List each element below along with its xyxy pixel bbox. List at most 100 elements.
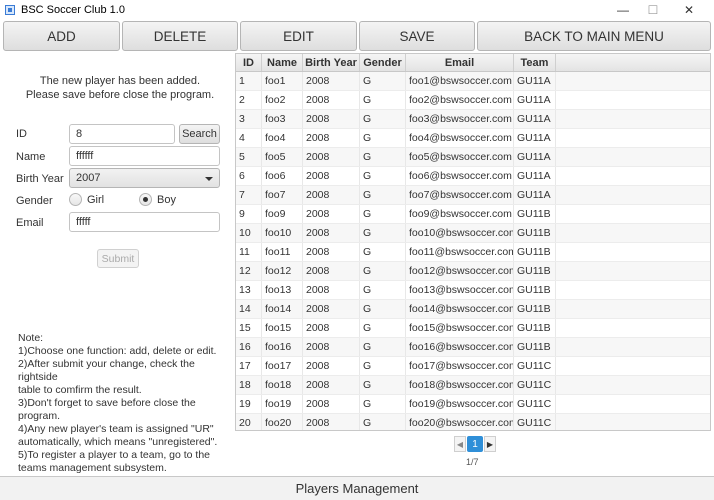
table-row[interactable]: 20 foo20 2008 Gfoo20@bswsoccer.com GU11C — [236, 414, 710, 430]
cell-name: foo5 — [262, 148, 303, 166]
cell-team: GU11A — [514, 91, 556, 109]
cell-email: foo5@bswsoccer.com — [406, 148, 514, 166]
cell-gender: G — [360, 110, 406, 128]
table-row[interactable]: 14 foo14 2008 Gfoo14@bswsoccer.com GU11B — [236, 300, 710, 319]
minimize-button[interactable]: — — [608, 0, 638, 20]
cell-team: GU11A — [514, 167, 556, 185]
cell-filler — [556, 205, 710, 223]
cell-name: foo16 — [262, 338, 303, 356]
cell-team: GU11A — [514, 72, 556, 90]
cell-id: 10 — [236, 224, 262, 242]
chevron-down-icon — [205, 177, 213, 181]
cell-gender: G — [360, 91, 406, 109]
cell-gender: G — [360, 72, 406, 90]
cell-birth-year: 2008 — [303, 357, 360, 375]
column-header-email[interactable]: Email — [406, 54, 514, 71]
cell-birth-year: 2008 — [303, 129, 360, 147]
cell-filler — [556, 338, 710, 356]
column-header-birth-year[interactable]: Birth Year — [303, 54, 360, 71]
table-row[interactable]: 18 foo18 2008 Gfoo18@bswsoccer.com GU11C — [236, 376, 710, 395]
submit-button[interactable]: Submit — [97, 249, 139, 268]
cell-birth-year: 2008 — [303, 338, 360, 356]
table-row[interactable]: 17 foo17 2008 Gfoo17@bswsoccer.com GU11C — [236, 357, 710, 376]
email-field[interactable]: fffff — [69, 212, 220, 232]
save-button[interactable]: SAVE — [359, 21, 475, 51]
table-row[interactable]: 3 foo3 2008 Gfoo3@bswsoccer.com GU11A — [236, 110, 710, 129]
cell-email: foo17@bswsoccer.com — [406, 357, 514, 375]
cell-name: foo17 — [262, 357, 303, 375]
footer-title: Players Management — [0, 476, 714, 500]
cell-name: foo14 — [262, 300, 303, 318]
maximize-button[interactable]: ☐ — [638, 0, 668, 20]
cell-name: foo3 — [262, 110, 303, 128]
table-row[interactable]: 16 foo16 2008 Gfoo16@bswsoccer.com GU11B — [236, 338, 710, 357]
page-1-button[interactable]: 1 — [467, 436, 483, 452]
cell-birth-year: 2008 — [303, 110, 360, 128]
birth-year-select[interactable]: 2007 — [69, 168, 220, 188]
cell-team: GU11A — [514, 186, 556, 204]
cell-id: 7 — [236, 186, 262, 204]
table-row[interactable]: 9 foo9 2008 Gfoo9@bswsoccer.com GU11B — [236, 205, 710, 224]
cell-birth-year: 2008 — [303, 376, 360, 394]
cell-team: GU11B — [514, 300, 556, 318]
column-header-id[interactable]: ID — [236, 54, 262, 71]
cell-name: foo19 — [262, 395, 303, 413]
cell-team: GU11B — [514, 262, 556, 280]
notes-panel: Note: 1)Choose one function: add, delete… — [18, 332, 230, 475]
previous-page-button[interactable]: ◀ — [454, 436, 466, 452]
cell-id: 15 — [236, 319, 262, 337]
app-icon — [5, 5, 15, 15]
notes-line: teams management subsystem. — [18, 462, 167, 474]
players-table[interactable]: ID Name Birth Year Gender Email Team 1 fo… — [235, 53, 711, 431]
table-row[interactable]: 15 foo15 2008 Gfoo15@bswsoccer.com GU11B — [236, 319, 710, 338]
cell-id: 11 — [236, 243, 262, 261]
table-row[interactable]: 13 foo13 2008 Gfoo13@bswsoccer.com GU11B — [236, 281, 710, 300]
cell-team: GU11A — [514, 110, 556, 128]
notes-line: 1)Choose one function: add, delete or ed… — [18, 345, 217, 357]
gender-radio-boy[interactable]: Boy — [139, 193, 176, 206]
cell-birth-year: 2008 — [303, 91, 360, 109]
cell-birth-year: 2008 — [303, 186, 360, 204]
cell-email: foo15@bswsoccer.com — [406, 319, 514, 337]
table-row[interactable]: 1 foo1 2008 Gfoo1@bswsoccer.com GU11A — [236, 72, 710, 91]
search-button[interactable]: Search — [179, 124, 220, 144]
cell-birth-year: 2008 — [303, 205, 360, 223]
table-row[interactable]: 10 foo10 2008 Gfoo10@bswsoccer.com GU11B — [236, 224, 710, 243]
status-message-line-1: The new player has been added. — [39, 75, 201, 87]
cell-team: GU11C — [514, 376, 556, 394]
table-row[interactable]: 2 foo2 2008 Gfoo2@bswsoccer.com GU11A — [236, 91, 710, 110]
notes-line: table to comfirm the result. — [18, 384, 142, 396]
table-row[interactable]: 5 foo5 2008 Gfoo5@bswsoccer.com GU11A — [236, 148, 710, 167]
cell-team: GU11A — [514, 148, 556, 166]
add-button[interactable]: ADD — [3, 21, 120, 51]
cell-name: foo18 — [262, 376, 303, 394]
id-field[interactable]: 8 — [69, 124, 175, 144]
table-header: ID Name Birth Year Gender Email Team — [236, 54, 710, 72]
table-body: 1 foo1 2008 Gfoo1@bswsoccer.com GU11A 2 foo2 20… — [236, 72, 710, 430]
column-header-gender[interactable]: Gender — [360, 54, 406, 71]
table-row[interactable]: 6 foo6 2008 Gfoo6@bswsoccer.com GU11A — [236, 167, 710, 186]
cell-id: 2 — [236, 91, 262, 109]
name-field[interactable]: ffffff — [69, 146, 220, 166]
cell-name: foo9 — [262, 205, 303, 223]
edit-button[interactable]: EDIT — [240, 21, 357, 51]
column-header-team[interactable]: Team — [514, 54, 556, 71]
back-to-main-menu-button[interactable]: BACK TO MAIN MENU — [477, 21, 711, 51]
table-row[interactable]: 19 foo19 2008 Gfoo19@bswsoccer.com GU11C — [236, 395, 710, 414]
cell-email: foo4@bswsoccer.com — [406, 129, 514, 147]
cell-birth-year: 2008 — [303, 414, 360, 430]
next-page-button[interactable]: ▶ — [484, 436, 496, 452]
table-row[interactable]: 4 foo4 2008 Gfoo4@bswsoccer.com GU11A — [236, 129, 710, 148]
table-row[interactable]: 11 foo11 2008 Gfoo11@bswsoccer.com GU11B — [236, 243, 710, 262]
notes-line: 4)Any new player's team is assigned "UR" — [18, 423, 214, 435]
cell-birth-year: 2008 — [303, 300, 360, 318]
cell-gender: G — [360, 395, 406, 413]
table-row[interactable]: 12 foo12 2008 Gfoo12@bswsoccer.com GU11B — [236, 262, 710, 281]
cell-birth-year: 2008 — [303, 243, 360, 261]
cell-id: 20 — [236, 414, 262, 430]
gender-radio-girl[interactable]: Girl — [69, 193, 104, 206]
close-button[interactable]: ✕ — [674, 0, 704, 20]
delete-button[interactable]: DELETE — [122, 21, 238, 51]
column-header-name[interactable]: Name — [262, 54, 303, 71]
table-row[interactable]: 7 foo7 2008 Gfoo7@bswsoccer.com GU11A — [236, 186, 710, 205]
